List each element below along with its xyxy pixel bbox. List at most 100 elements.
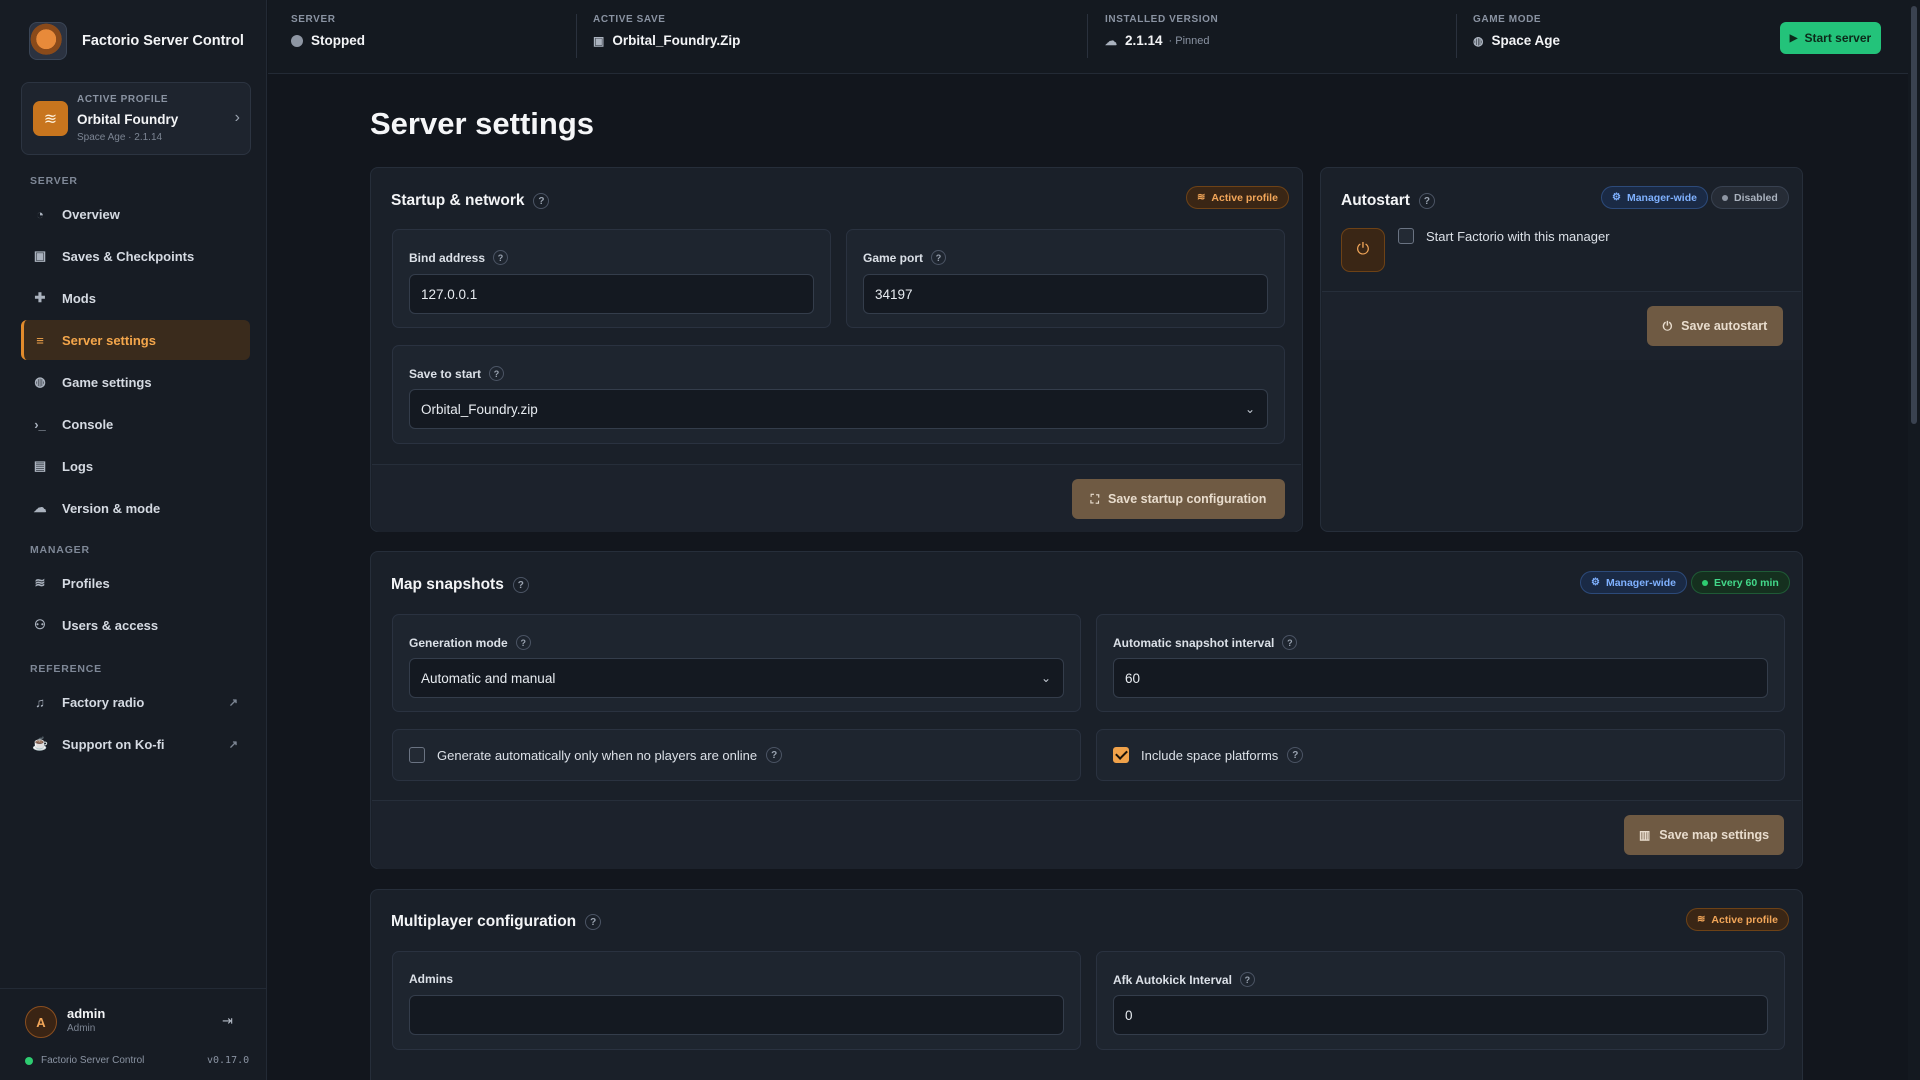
badge-label: Manager-wide <box>1605 576 1676 589</box>
field-label: Automatic snapshot interval? <box>1113 635 1298 650</box>
layers-icon: ≋ <box>1197 192 1206 203</box>
nav-label: Version & mode <box>62 500 161 516</box>
generation-mode-select[interactable]: Automatic and manual ⌄ <box>409 658 1064 698</box>
help-icon[interactable]: ? <box>1282 635 1298 650</box>
chevron-right-icon: › <box>234 109 240 126</box>
help-icon[interactable]: ? <box>931 250 947 265</box>
nav-label: Users & access <box>62 617 159 633</box>
offline-checkbox[interactable] <box>409 747 425 763</box>
save-to-start-select[interactable]: Orbital_Foundry.zip ⌄ <box>409 389 1268 429</box>
power-icon: ⏻ <box>1662 318 1673 333</box>
platforms-checkbox[interactable] <box>1113 747 1129 763</box>
play-icon: ▶ <box>1789 32 1798 44</box>
page-scrollbar[interactable] <box>1908 0 1920 1080</box>
scrollbar-thumb[interactable] <box>1911 6 1917 424</box>
startup-network-card: Startup & network? ≋ Active profile Bind … <box>370 167 1303 532</box>
mode-label: Generation mode <box>409 635 508 650</box>
active-save-value: Orbital_Foundry.Zip <box>612 33 741 48</box>
installed-version: INSTALLED VERSION ☁ 2.1.14 · Pinned <box>1105 14 1218 60</box>
mug-icon: ☕ <box>32 736 49 751</box>
help-icon[interactable]: ? <box>1287 747 1304 763</box>
status-dot <box>25 1056 33 1065</box>
admins-label: Admins <box>409 972 454 986</box>
save-startup-button[interactable]: ⛶ Save startup configuration <box>1072 479 1285 519</box>
nav-version-mode[interactable]: ☁ Version & mode <box>21 488 250 528</box>
admins-field: Admins <box>392 951 1081 1050</box>
app-logo <box>29 22 67 60</box>
game-port-input[interactable]: 34197 <box>863 274 1268 314</box>
status-dot <box>291 34 303 47</box>
save-autostart-button[interactable]: ⏻ Save autostart <box>1647 306 1783 346</box>
offline-checkbox-row[interactable]: Generate automatically only when no play… <box>409 747 783 763</box>
help-icon[interactable]: ? <box>533 193 550 209</box>
nav-console[interactable]: ›_ Console <box>21 404 250 444</box>
divider <box>1087 14 1088 58</box>
help-icon[interactable]: ? <box>766 747 783 763</box>
card-footer: ⛶ Save startup configuration <box>372 464 1301 532</box>
autostart-checkbox[interactable] <box>1398 228 1414 244</box>
topbar: SERVER Stopped ACTIVE SAVE ▣ Orbital_Foun… <box>268 0 1908 74</box>
divider <box>576 14 577 58</box>
save-label: Save to start <box>409 366 482 381</box>
help-icon[interactable]: ? <box>493 250 509 265</box>
mode-kicker: GAME MODE <box>1473 14 1542 25</box>
nav-users-access[interactable]: ⚇ Users & access <box>21 605 250 645</box>
help-icon[interactable]: ? <box>515 635 531 650</box>
nav-overview[interactable]: ◔ Overview <box>21 194 250 234</box>
field-label: Bind address? <box>409 250 509 265</box>
nav-saves-checkpoints[interactable]: ▣ Saves & Checkpoints <box>21 236 250 276</box>
gauge-icon: ◔ <box>36 206 44 222</box>
server-status-value: Stopped <box>311 33 365 48</box>
brand[interactable]: Factorio Server Control <box>0 0 266 82</box>
nav-factory-radio[interactable]: ♫ Factory radio ↗ <box>21 682 250 722</box>
puzzle-icon: ✚ <box>34 290 46 305</box>
nav-support-kofi[interactable]: ☕ Support on Ko-fi ↗ <box>21 724 250 764</box>
nav-game-settings[interactable]: ◍ Game settings <box>21 362 250 402</box>
active-save: ACTIVE SAVE ▣ Orbital_Foundry.Zip <box>593 14 740 60</box>
gear-icon: ⚙ <box>1612 192 1621 203</box>
nav-logs[interactable]: ▤ Logs <box>21 446 250 486</box>
active-profile-card[interactable]: ≋ ACTIVE PROFILE Orbital Foundry Space A… <box>21 82 251 155</box>
server-kicker: SERVER <box>291 14 336 25</box>
profile-name: Orbital Foundry <box>77 112 179 127</box>
autostart-checkbox-row[interactable]: Start Factorio with this manager <box>1398 228 1610 244</box>
nav-label: Profiles <box>62 575 110 591</box>
version-pinned: · Pinned <box>1168 34 1210 47</box>
version-kicker: INSTALLED VERSION <box>1105 14 1219 25</box>
port-label: Game port <box>863 250 924 265</box>
sliders-icon: ≡ <box>36 332 44 348</box>
app-version: v0.17.0 <box>207 1055 250 1066</box>
card-footer: ▥ Save map settings <box>372 800 1801 869</box>
floppy-icon: ▣ <box>593 33 605 48</box>
footer-app: Factorio Server Control <box>25 1055 144 1066</box>
music-icon: ♫ <box>35 694 45 710</box>
help-icon[interactable]: ? <box>585 914 602 930</box>
start-server-button[interactable]: ▶ Start server <box>1780 22 1881 54</box>
snapshot-interval-input[interactable]: 60 <box>1113 658 1768 698</box>
save-map-settings-button[interactable]: ▥ Save map settings <box>1624 815 1784 855</box>
user-role: Admin <box>67 1023 96 1034</box>
afk-autokick-input[interactable]: 0 <box>1113 995 1768 1035</box>
map-icon: ▥ <box>1638 828 1651 842</box>
active-profile-badge: ≋ Active profile <box>1686 908 1789 931</box>
nav-profiles[interactable]: ≋ Profiles <box>21 563 250 603</box>
logout-icon[interactable]: ⇥ <box>222 1013 233 1029</box>
platforms-checkbox-row[interactable]: Include space platforms ? <box>1113 747 1304 763</box>
terminal-icon: ›_ <box>34 416 46 432</box>
checkbox-label: Start Factorio with this manager <box>1426 228 1610 244</box>
external-link-icon: ↗ <box>228 696 238 709</box>
nav-server-settings[interactable]: ≡ Server settings <box>21 320 250 360</box>
admins-input[interactable] <box>409 995 1064 1035</box>
field-label: Save to start? <box>409 366 505 381</box>
nav-label: Support on Ko-fi <box>62 736 165 752</box>
bind-address-input[interactable]: 127.0.0.1 <box>409 274 814 314</box>
user-panel: A admin Admin ⇥ Factorio Server Control … <box>0 988 267 1080</box>
power-icon: ⏻ <box>1341 228 1385 272</box>
help-icon[interactable]: ? <box>489 366 505 381</box>
server-status: SERVER Stopped <box>291 14 365 60</box>
help-icon[interactable]: ? <box>1418 193 1435 209</box>
help-icon[interactable]: ? <box>512 577 529 593</box>
nav-mods[interactable]: ✚ Mods <box>21 278 250 318</box>
help-icon[interactable]: ? <box>1239 972 1255 987</box>
manager-wide-badge: ⚙ Manager-wide <box>1601 186 1708 209</box>
